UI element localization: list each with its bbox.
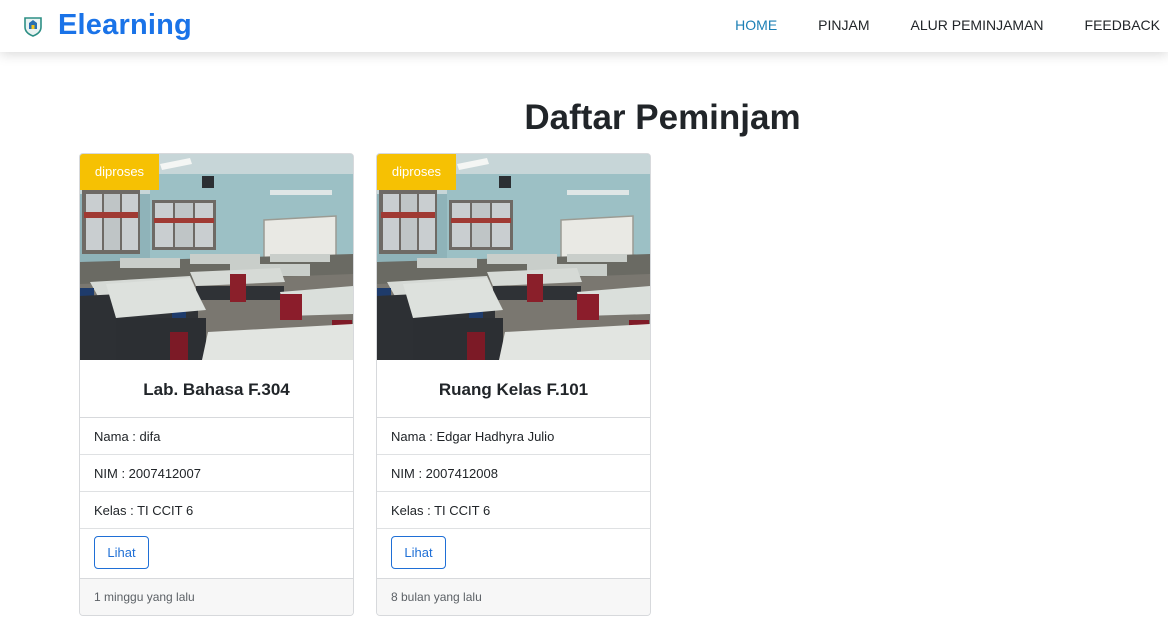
borrower-class: Kelas : TI CCIT 6 (80, 492, 353, 529)
view-button[interactable]: Lihat (391, 536, 446, 569)
room-name: Lab. Bahasa F.304 (80, 360, 353, 418)
nav-alur-peminjaman[interactable]: ALUR PEMINJAMAN (911, 17, 1044, 33)
borrower-card: diproses Lab. Bahasa F.304 Nama : difa N… (79, 153, 354, 616)
borrower-card: diproses Ruang Kelas F.101 Nama : Edgar … (376, 153, 651, 616)
borrower-nim: NIM : 2007412008 (377, 455, 650, 492)
page-title: Daftar Peminjam (524, 98, 801, 137)
room-photo: diproses (80, 154, 353, 360)
nav-feedback[interactable]: FEEDBACK (1085, 17, 1160, 33)
card-timestamp: 8 bulan yang lalu (377, 579, 650, 615)
borrower-name: Nama : Edgar Hadhyra Julio (377, 418, 650, 455)
view-button[interactable]: Lihat (94, 536, 149, 569)
nav-home[interactable]: HOME (735, 17, 777, 33)
status-badge: diproses (377, 154, 456, 190)
brand-link[interactable]: Elearning (22, 8, 192, 43)
main-nav: HOME PINJAM ALUR PEMINJAMAN FEEDBACK (694, 0, 1160, 52)
card-actions: Lihat (377, 529, 650, 579)
room-photo: diproses (377, 154, 650, 360)
borrower-nim: NIM : 2007412007 (80, 455, 353, 492)
navbar: Elearning HOME PINJAM ALUR PEMINJAMAN FE… (0, 0, 1168, 52)
school-logo-icon (24, 17, 42, 37)
borrower-name: Nama : difa (80, 418, 353, 455)
borrower-class: Kelas : TI CCIT 6 (377, 492, 650, 529)
status-badge: diproses (80, 154, 159, 190)
card-timestamp: 1 minggu yang lalu (80, 579, 353, 615)
nav-pinjam[interactable]: PINJAM (818, 17, 869, 33)
card-actions: Lihat (80, 529, 353, 579)
room-name: Ruang Kelas F.101 (377, 360, 650, 418)
brand-name: Elearning (58, 8, 192, 41)
